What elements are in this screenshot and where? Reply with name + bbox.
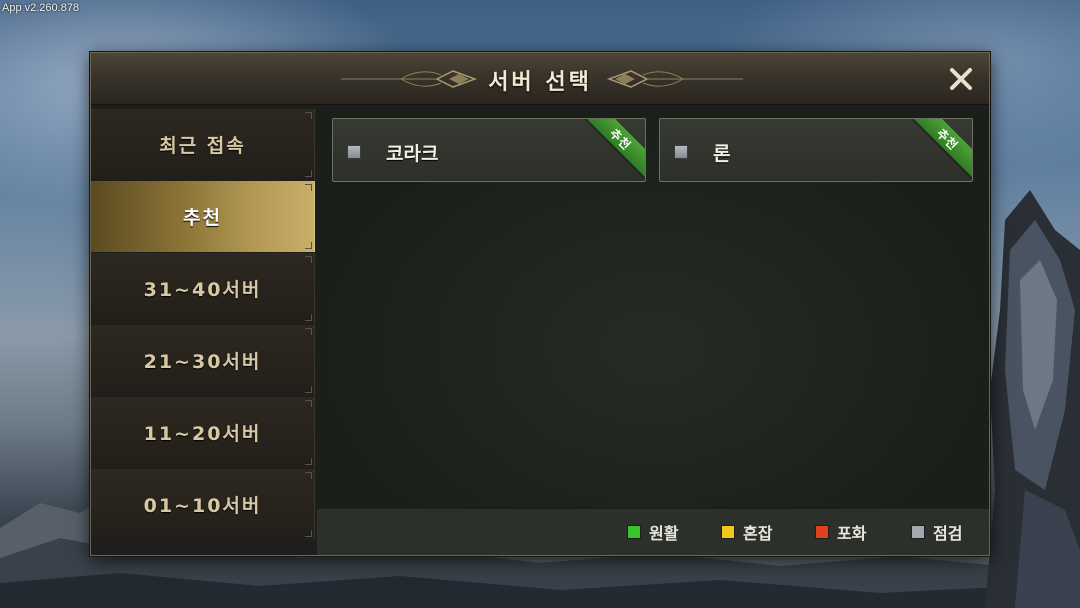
server-name: 론: [713, 143, 731, 165]
legend-label: 점검: [933, 524, 963, 543]
server-status-indicator: [674, 145, 688, 159]
legend-item-full: 포화: [815, 521, 866, 543]
server-card-korak[interactable]: 코라크 추천: [332, 118, 646, 182]
sidebar-item-label: 01~10서버: [143, 495, 262, 517]
server-card-ron[interactable]: 론 추천: [659, 118, 973, 182]
sidebar-item-servers-01-10[interactable]: 01~10서버: [91, 469, 315, 540]
title-ornament-right-icon: [606, 70, 743, 88]
server-status-indicator: [347, 145, 361, 159]
background-armored-figure: [985, 190, 1080, 608]
app-version-label: App v2.260.878: [2, 2, 80, 14]
legend-color-square: [815, 525, 829, 539]
sidebar-item-label: 31~40서버: [143, 279, 262, 301]
sidebar-item-servers-21-30[interactable]: 21~30서버: [91, 325, 315, 396]
legend-label: 포화: [837, 524, 867, 543]
sidebar-item-label: 21~30서버: [143, 351, 262, 373]
legend-color-square: [627, 525, 641, 539]
sidebar-item-label: 11~20서버: [143, 423, 262, 445]
recommended-badge: 추천: [579, 119, 645, 181]
server-group-sidebar: 최근 접속 추천 31~40서버 21~30서버 11~20서버 01~10서버: [91, 109, 315, 541]
legend-label: 원활: [649, 524, 679, 543]
legend-label: 혼잡: [743, 524, 773, 543]
sidebar-item-recommended[interactable]: 추천: [91, 181, 315, 252]
dialog-title-bar: 서버 선택: [91, 53, 989, 105]
server-list-panel: 코라크 추천 론 추천: [317, 109, 989, 507]
recommended-badge-label: 추천: [934, 125, 962, 153]
server-name: 코라크: [386, 143, 439, 165]
sidebar-item-label: 추천: [183, 207, 222, 229]
legend-item-maintenance: 점검: [911, 521, 962, 543]
close-icon[interactable]: [947, 65, 975, 93]
server-status-legend: 원활 혼잡 포화 점검: [317, 509, 989, 555]
sidebar-item-label: 최근 접속: [159, 135, 246, 157]
server-select-dialog: 서버 선택 최근 접속 추천 31~40서버 21~30서버 11~20서버 0: [90, 52, 990, 556]
recommended-badge: 추천: [906, 119, 972, 181]
sidebar-item-servers-31-40[interactable]: 31~40서버: [91, 253, 315, 324]
dialog-title: 서버 선택: [488, 70, 592, 95]
legend-item-busy: 혼잡: [721, 521, 772, 543]
legend-item-smooth: 원활: [627, 521, 678, 543]
sidebar-item-recent[interactable]: 최근 접속: [91, 109, 315, 180]
recommended-badge-label: 추천: [607, 125, 635, 153]
legend-color-square: [911, 525, 925, 539]
sidebar-item-servers-11-20[interactable]: 11~20서버: [91, 397, 315, 468]
legend-color-square: [721, 525, 735, 539]
